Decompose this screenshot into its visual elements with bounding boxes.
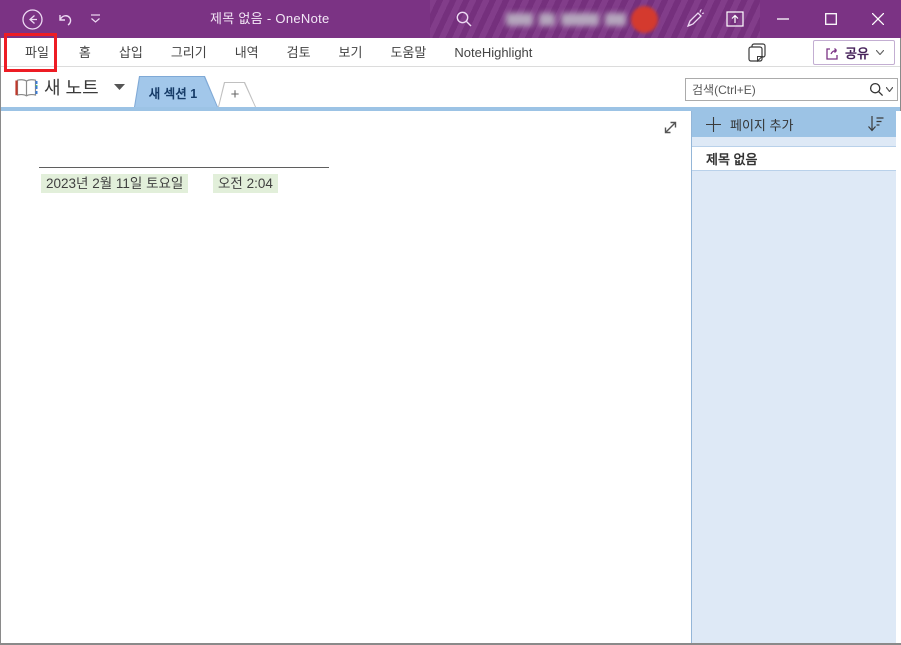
page-canvas[interactable]: 2023년 2월 11일 토요일 오전 2:04 xyxy=(1,111,691,643)
close-button[interactable] xyxy=(855,0,901,38)
notebook-icon xyxy=(14,78,39,98)
tab-home[interactable]: 홈 xyxy=(65,38,105,67)
section-tab-active[interactable]: 새 섹션 1 xyxy=(134,76,218,107)
side-pages-icon[interactable] xyxy=(748,43,767,62)
search-scope-caret-icon[interactable] xyxy=(886,87,893,92)
tab-notehighlight[interactable]: NoteHighlight xyxy=(440,38,546,67)
page-date-stamp[interactable]: 2023년 2월 11일 토요일 xyxy=(41,172,189,193)
window-title: 제목 없음 - OneNote xyxy=(210,11,330,26)
customize-quick-access-icon[interactable] xyxy=(82,0,108,38)
share-button[interactable]: 공유 xyxy=(813,40,895,65)
share-icon xyxy=(826,47,838,60)
add-page-plus-icon xyxy=(706,116,721,132)
full-page-view-icon[interactable] xyxy=(662,119,679,136)
tab-review[interactable]: 검토 xyxy=(273,38,325,67)
notebook-bar: 새 노트 새 섹션 1 + xyxy=(1,67,900,107)
new-section-plus-icon: + xyxy=(230,85,240,103)
tab-help[interactable]: 도움말 xyxy=(376,38,440,67)
title-bar: 제목 없음 - OneNote xyxy=(0,0,901,38)
tab-file[interactable]: 파일 xyxy=(9,38,65,67)
panel-scrollbar-gutter xyxy=(896,111,901,643)
share-button-label: 공유 xyxy=(845,46,869,61)
search-icon[interactable] xyxy=(448,0,480,38)
maximize-button[interactable] xyxy=(808,0,854,38)
page-list-item-selected[interactable]: 제목 없음 xyxy=(692,146,896,171)
onenote-window: 제목 없음 - OneNote 파일 홈 삽입 그리기 내역 검토 보기 도움말… xyxy=(0,0,901,645)
account-avatar[interactable] xyxy=(631,6,658,33)
search-field-icon[interactable] xyxy=(869,82,884,97)
back-icon[interactable] xyxy=(16,0,48,38)
tab-view[interactable]: 보기 xyxy=(325,38,377,67)
add-page-header[interactable]: 페이지 추가 xyxy=(692,111,896,137)
notebook-caret-icon[interactable] xyxy=(114,84,125,91)
tab-history[interactable]: 내역 xyxy=(221,38,273,67)
search-input[interactable] xyxy=(686,82,869,97)
new-section-tab[interactable]: + xyxy=(218,82,256,107)
tab-insert[interactable]: 삽입 xyxy=(105,38,157,67)
search-box xyxy=(685,78,898,101)
page-time-stamp[interactable]: 오전 2:04 xyxy=(213,172,278,193)
tab-draw[interactable]: 그리기 xyxy=(157,38,221,67)
minimize-button[interactable] xyxy=(760,0,806,38)
section-tab-label: 새 섹션 1 xyxy=(148,86,198,101)
notebook-name-dropdown[interactable]: 새 노트 xyxy=(44,74,99,100)
ribbon-display-options-button[interactable] xyxy=(712,0,758,38)
page-list-panel: 페이지 추가 제목 없음 xyxy=(691,111,901,643)
sort-pages-icon[interactable] xyxy=(867,115,884,133)
undo-icon[interactable] xyxy=(50,0,80,38)
add-page-label: 페이지 추가 xyxy=(730,117,794,133)
share-dropdown-caret-icon xyxy=(875,50,884,55)
inking-pen-icon[interactable] xyxy=(678,0,712,38)
page-title: 제목 없음 xyxy=(706,152,758,167)
account-name-redacted[interactable] xyxy=(506,13,626,26)
ribbon-tab-bar: 파일 홈 삽입 그리기 내역 검토 보기 도움말 NoteHighlight 공… xyxy=(1,33,900,72)
page-title-underline xyxy=(39,167,329,168)
